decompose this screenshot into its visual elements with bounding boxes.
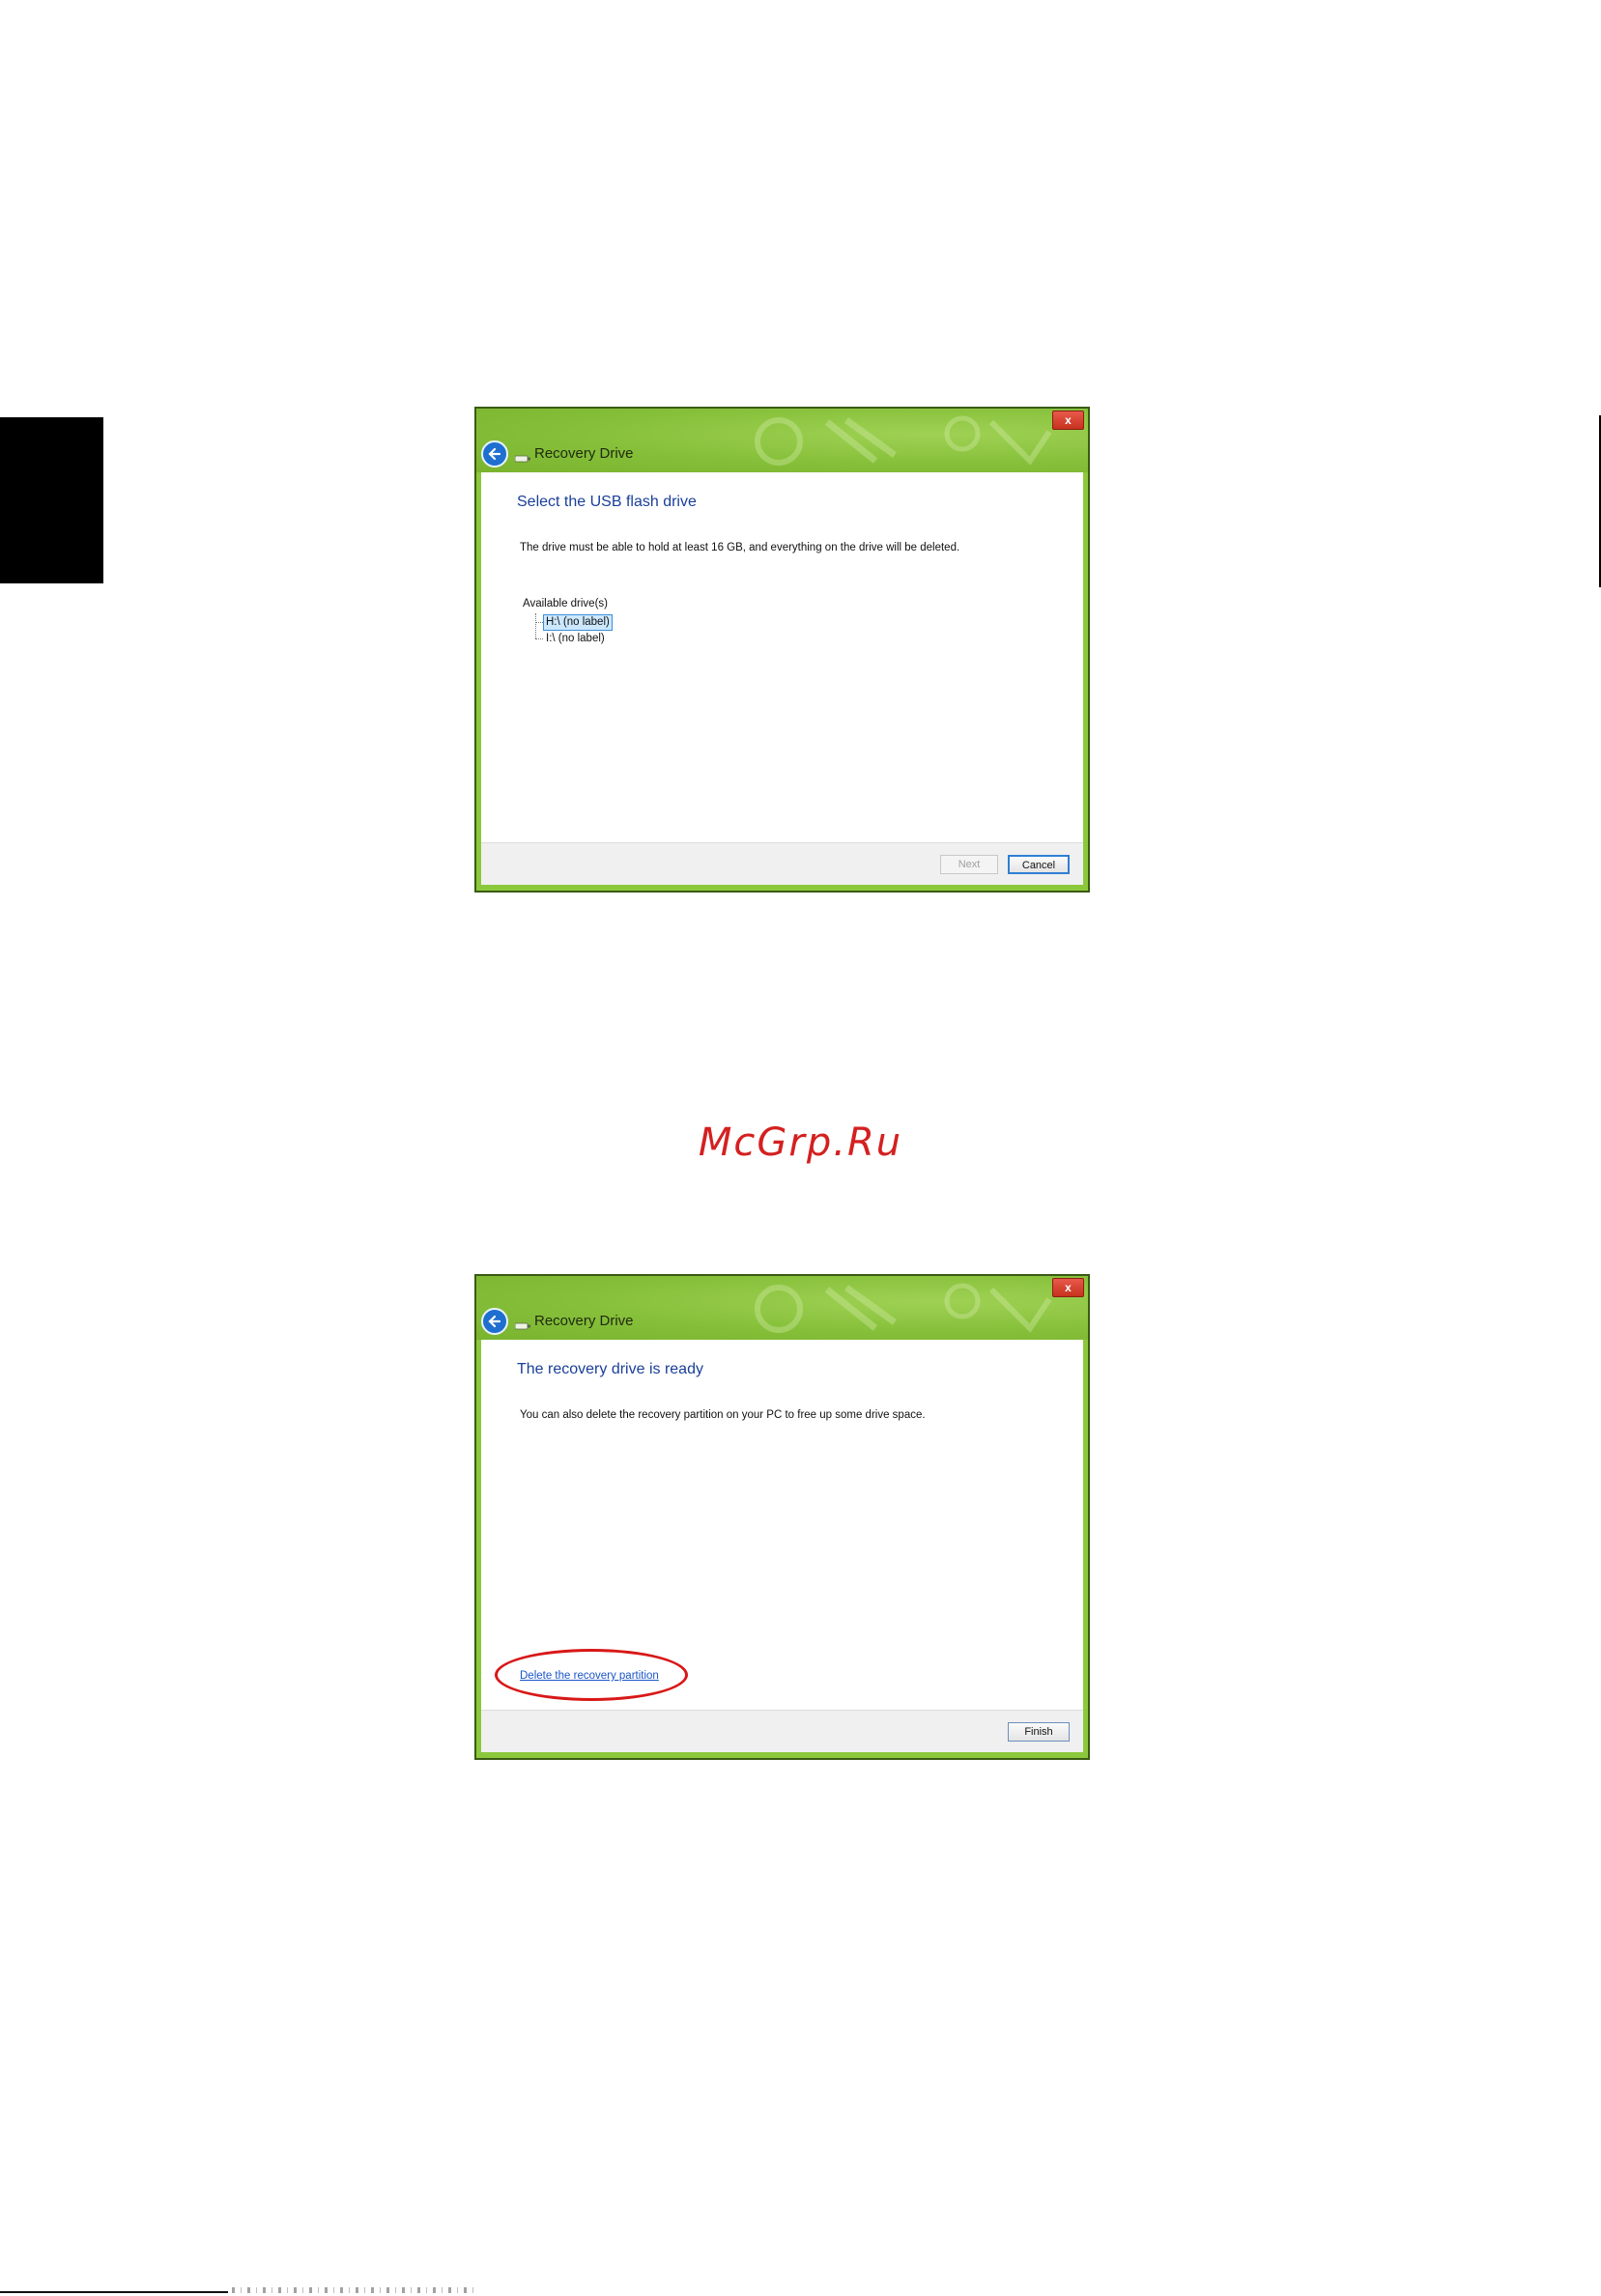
titlebar-decoration-icon — [755, 1283, 1052, 1333]
tree-connector — [535, 613, 536, 638]
usb-drive-icon — [515, 455, 530, 463]
cancel-button[interactable]: Cancel — [1008, 855, 1070, 874]
title-bar: x Recovery Drive — [476, 409, 1088, 472]
page-edge-tab — [0, 417, 103, 583]
available-drives-label: Available drive(s) — [523, 598, 608, 609]
titlebar-decoration-icon — [755, 415, 1052, 466]
description-text: You can also delete the recovery partiti… — [520, 1409, 926, 1421]
finish-button[interactable]: Finish — [1008, 1722, 1070, 1742]
back-button[interactable] — [481, 440, 508, 468]
bottom-specks — [232, 2287, 473, 2293]
page-heading: The recovery drive is ready — [517, 1361, 703, 1377]
close-button[interactable]: x — [1052, 1278, 1084, 1297]
back-button[interactable] — [481, 1308, 508, 1335]
close-button[interactable]: x — [1052, 411, 1084, 430]
back-arrow-icon — [488, 1315, 501, 1328]
drive-item-h[interactable]: H:\ (no label) — [543, 614, 613, 631]
watermark-text: McGrp.Ru — [698, 1120, 903, 1165]
tree-connector — [535, 622, 543, 623]
window-title: Recovery Drive — [534, 1313, 634, 1329]
delete-recovery-partition-link[interactable]: Delete the recovery partition — [520, 1670, 659, 1682]
close-icon: x — [1065, 413, 1072, 427]
dialog-footer: Next Cancel — [481, 842, 1083, 885]
tree-connector — [535, 638, 543, 639]
drive-item-i[interactable]: I:\ (no label) — [544, 632, 607, 646]
back-arrow-icon — [488, 447, 501, 461]
window-title: Recovery Drive — [534, 445, 634, 462]
description-text: The drive must be able to hold at least … — [520, 542, 960, 553]
dialog-content: The recovery drive is ready You can also… — [481, 1340, 1083, 1710]
next-button[interactable]: Next — [940, 855, 998, 874]
dialog-footer: Finish — [481, 1710, 1083, 1752]
dialog-content: Select the USB flash drive The drive mus… — [481, 472, 1083, 842]
recovery-drive-dialog-ready: x Recovery Drive The recovery drive is r… — [474, 1274, 1090, 1760]
page-heading: Select the USB flash drive — [517, 494, 697, 510]
title-bar: x Recovery Drive — [476, 1276, 1088, 1340]
recovery-drive-dialog-select: x Recovery Drive Select the USB flash dr… — [474, 407, 1090, 893]
usb-drive-icon — [515, 1322, 530, 1330]
bottom-rule — [0, 2291, 228, 2293]
close-icon: x — [1065, 1281, 1072, 1294]
